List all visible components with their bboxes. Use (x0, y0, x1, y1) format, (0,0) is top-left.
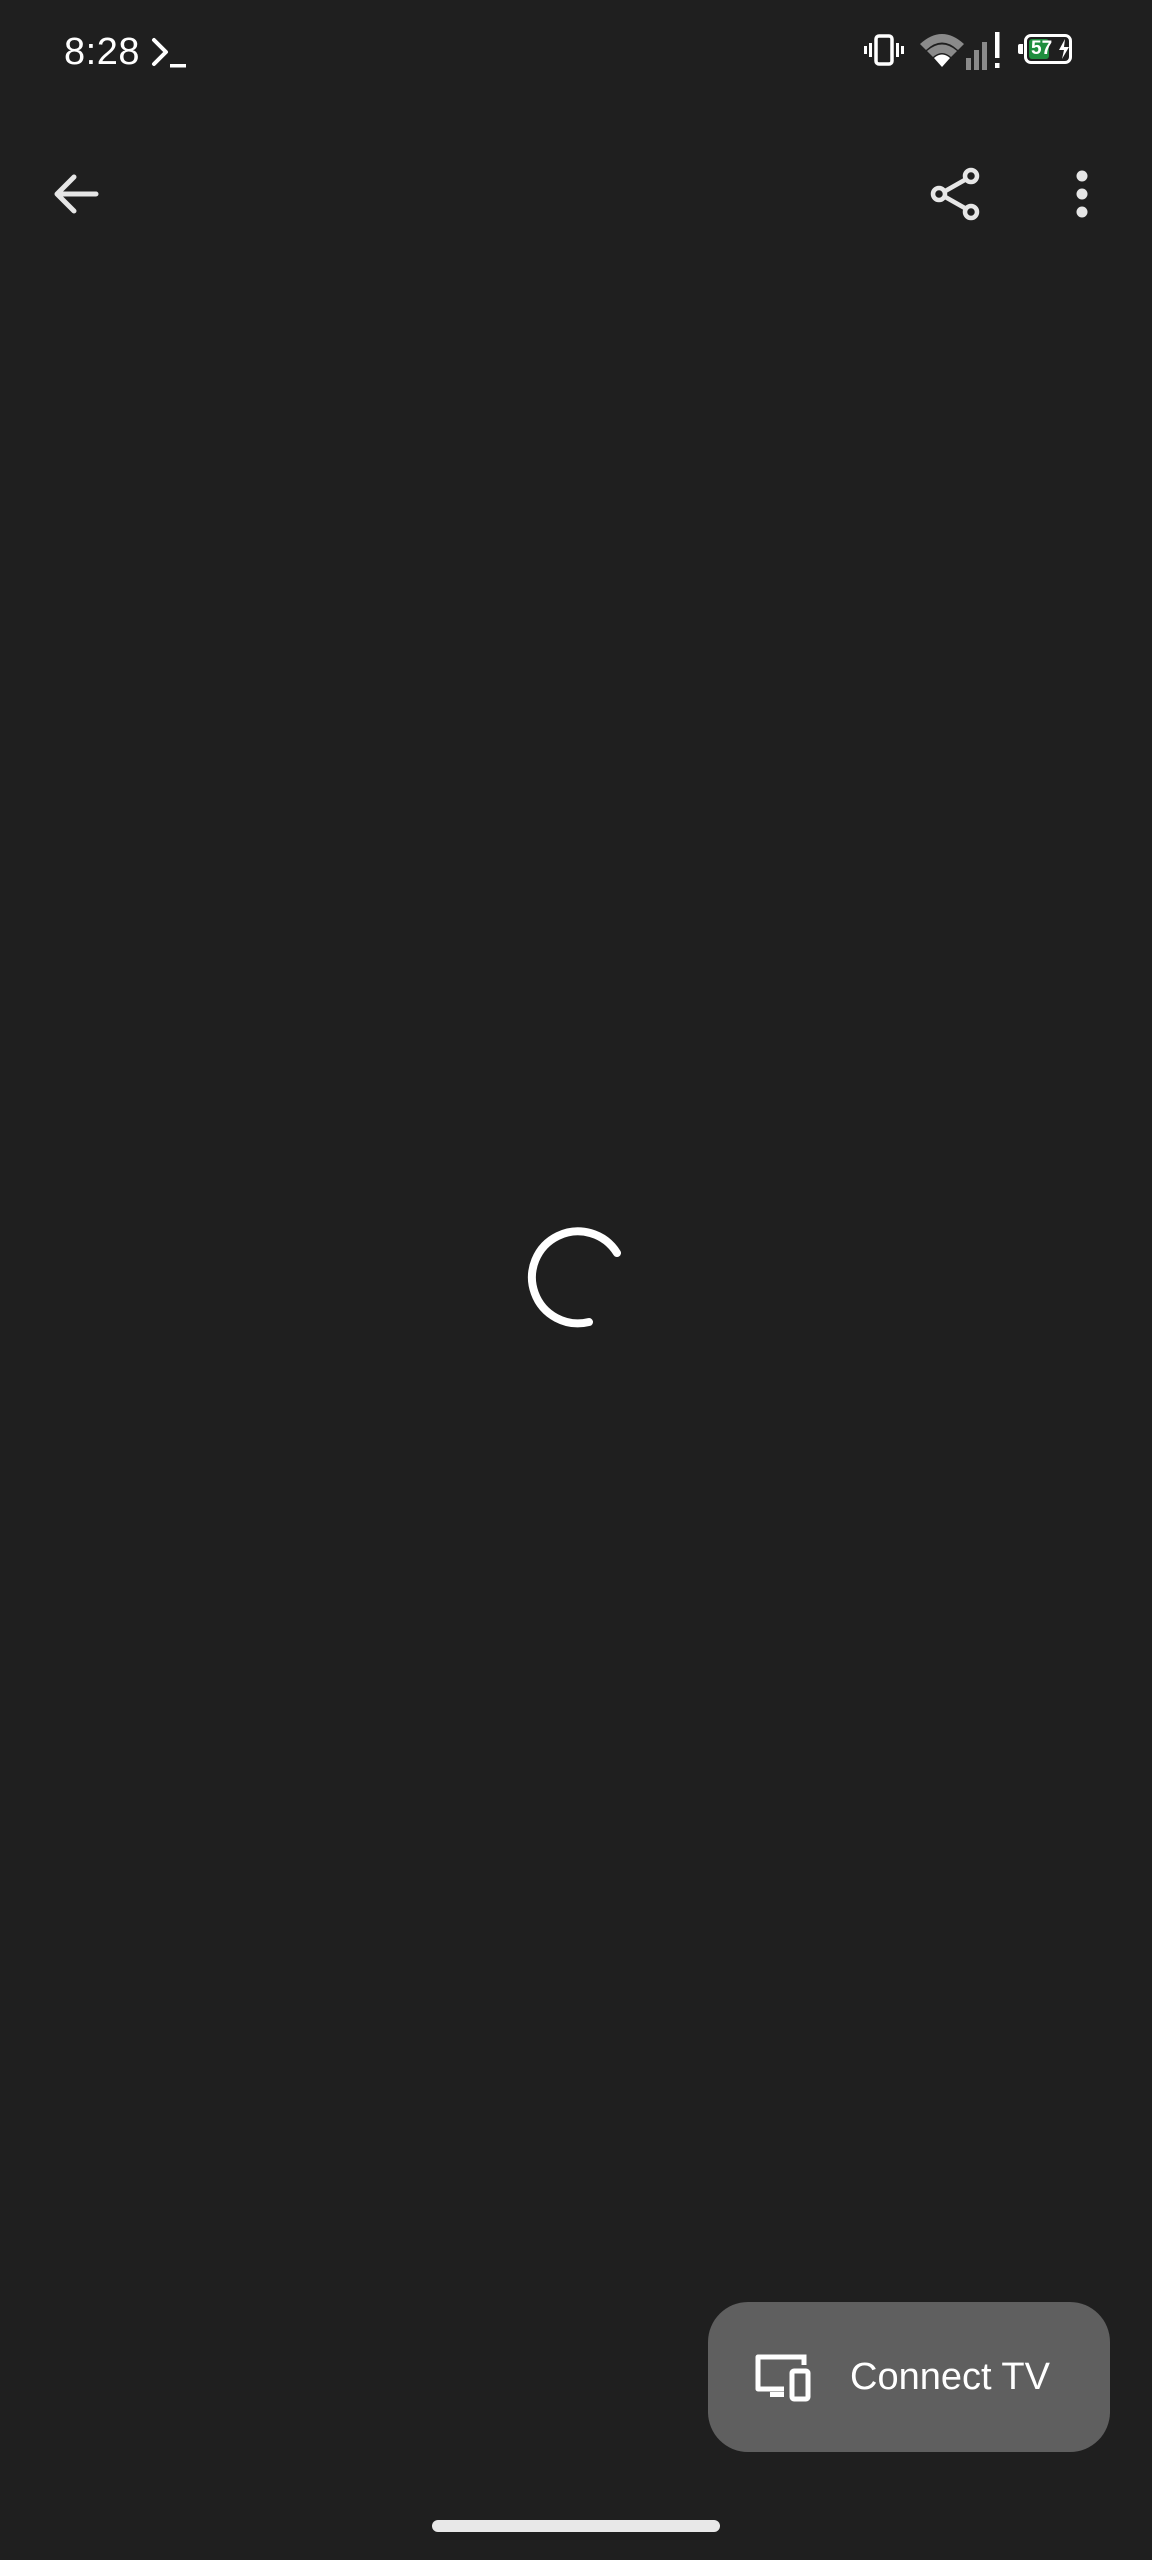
back-arrow-icon (54, 174, 99, 214)
share-icon (930, 167, 980, 221)
connect-tv-button[interactable]: Connect TV (708, 2302, 1110, 2452)
vibrate-icon (864, 34, 904, 66)
battery-cap (1018, 44, 1023, 54)
app-bar (0, 140, 1152, 250)
loading-spinner-icon (527, 1227, 621, 1328)
more-vert-icon (1076, 170, 1088, 218)
status-time: 8:28 (64, 31, 140, 73)
share-button[interactable] (908, 146, 1004, 242)
cast-devices-icon (755, 2354, 811, 2402)
bolt-icon (1059, 39, 1069, 59)
connect-tv-label: Connect TV (850, 2355, 1050, 2398)
status-bar: 8:28 57 (0, 0, 1152, 104)
battery-icon: 57 (1018, 34, 1074, 66)
signal-icon (966, 32, 1000, 70)
terminal-icon (152, 38, 186, 68)
more-options-button[interactable] (1034, 146, 1130, 242)
back-button[interactable] (28, 146, 124, 242)
home-indicator[interactable] (432, 2520, 720, 2532)
wifi-icon (920, 34, 964, 67)
